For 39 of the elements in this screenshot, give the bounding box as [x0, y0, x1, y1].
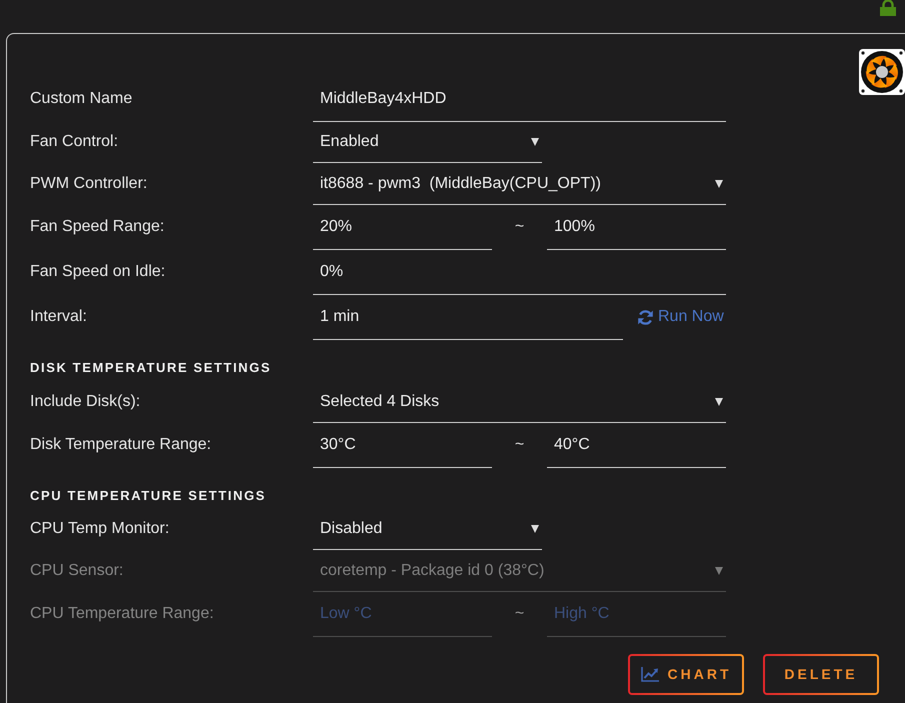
input-field[interactable]: MiddleBay4xHDD [313, 77, 726, 122]
line-chart-icon [640, 667, 658, 682]
input-field[interactable]: 1 min [313, 295, 623, 340]
lock-icon [879, 0, 897, 16]
field-label: Include Disk(s): [30, 392, 142, 412]
run-now-link[interactable]: Run Now [637, 307, 724, 340]
field-label: Fan Speed on Idle: [30, 262, 166, 282]
input-field[interactable]: 20% [313, 205, 492, 250]
caret-icon [715, 567, 723, 575]
range-separator: ~ [514, 217, 526, 237]
field-label: CPU Temperature Range: [30, 604, 215, 624]
dropdown[interactable]: Selected 4 Disks [313, 381, 726, 423]
dropdown[interactable]: Disabled [313, 509, 542, 550]
input-field[interactable]: 0% [313, 250, 726, 295]
field-label: Disk Temperature Range: [30, 435, 212, 455]
chart-button[interactable]: CHART [628, 654, 744, 695]
caret-icon [531, 138, 539, 146]
delete-button[interactable]: DELETE [763, 654, 879, 695]
field-label: PWM Controller: [30, 174, 148, 194]
range-separator: ~ [514, 604, 526, 624]
input-field[interactable]: 40°C [547, 423, 726, 468]
caret-icon [715, 180, 723, 188]
field-label: Fan Speed Range: [30, 217, 166, 237]
field-label: Interval: [30, 307, 88, 327]
input-field[interactable]: 30°C [313, 423, 492, 468]
range-separator: ~ [514, 435, 526, 455]
field-label: Fan Control: [30, 132, 120, 152]
dropdown[interactable]: Enabled [313, 122, 542, 163]
field-label: CPU Temp Monitor: [30, 519, 170, 539]
fan-icon [859, 49, 905, 95]
input-field[interactable]: 100% [547, 205, 726, 250]
section-heading: DISK TEMPERATURE SETTINGS [30, 359, 272, 376]
field-label: CPU Sensor: [30, 561, 124, 581]
caret-icon [715, 398, 723, 406]
refresh-icon [637, 308, 654, 326]
field-label: Custom Name [30, 89, 134, 109]
section-heading: CPU TEMPERATURE SETTINGS [30, 487, 268, 504]
dropdown[interactable]: it8688 - pwm3 (MiddleBay(CPU_OPT)) [313, 163, 726, 205]
caret-icon [531, 525, 539, 533]
